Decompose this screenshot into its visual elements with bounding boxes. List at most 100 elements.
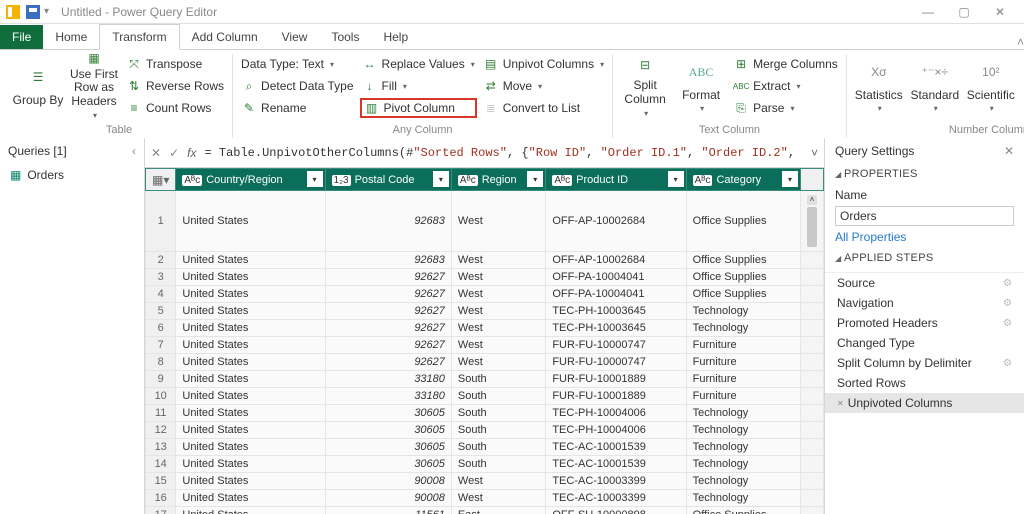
scrollbar-track[interactable] <box>801 337 824 354</box>
extract-button[interactable]: ABCExtract <box>731 76 840 96</box>
pivot-column-button[interactable]: ▥Pivot Column <box>360 98 477 118</box>
tab-view[interactable]: View <box>270 25 320 49</box>
applied-steps-title[interactable]: APPLIED STEPS <box>825 248 1024 268</box>
scroll-up-arrow[interactable]: ˄ <box>807 195 817 205</box>
format-button[interactable]: ABCFormat <box>675 54 727 118</box>
cell[interactable]: United States <box>176 320 325 337</box>
detect-type-button[interactable]: ⌕Detect Data Type <box>239 76 356 96</box>
cell[interactable]: United States <box>176 354 325 371</box>
table-row[interactable]: 16United States90008WestTEC-AC-10003399T… <box>146 490 824 507</box>
cell[interactable]: TEC-PH-10003645 <box>546 303 686 320</box>
cell[interactable]: West <box>451 320 545 337</box>
cell[interactable]: United States <box>176 473 325 490</box>
scrollbar-track[interactable] <box>801 507 824 514</box>
scrollbar-track[interactable] <box>801 286 824 303</box>
applied-step[interactable]: Split Column by Delimiter⚙ <box>825 353 1024 373</box>
cell[interactable]: TEC-AC-10001539 <box>546 456 686 473</box>
cell[interactable]: United States <box>176 439 325 456</box>
query-name-input[interactable] <box>835 206 1014 226</box>
cell[interactable]: 30605 <box>325 456 451 473</box>
close-button[interactable]: ✕ <box>982 1 1018 23</box>
cell[interactable]: West <box>451 490 545 507</box>
table-row[interactable]: 14United States30605SouthTEC-AC-10001539… <box>146 456 824 473</box>
standard-button[interactable]: ⁺⁻×÷Standard <box>909 54 961 118</box>
scrollbar-track[interactable] <box>801 405 824 422</box>
cell[interactable]: United States <box>176 490 325 507</box>
group-by-button[interactable]: ☰Group By <box>12 54 64 118</box>
column-header[interactable]: AᴮcCountry/Region▾ <box>176 169 325 191</box>
cell[interactable]: South <box>451 422 545 439</box>
cell[interactable]: United States <box>176 422 325 439</box>
cell[interactable]: 92627 <box>325 337 451 354</box>
column-header[interactable]: 1₂3Postal Code▾ <box>325 169 451 191</box>
cell[interactable]: Technology <box>686 473 800 490</box>
column-header[interactable]: AᴮcProduct ID▾ <box>546 169 686 191</box>
cell[interactable]: Technology <box>686 320 800 337</box>
cell[interactable]: West <box>451 473 545 490</box>
row-number[interactable]: 15 <box>146 473 176 490</box>
applied-step[interactable]: Changed Type <box>825 333 1024 353</box>
cell[interactable]: OFF-AP-10002684 <box>546 252 686 269</box>
row-number[interactable]: 13 <box>146 439 176 456</box>
cell[interactable]: West <box>451 303 545 320</box>
cell[interactable]: South <box>451 405 545 422</box>
cell[interactable]: Furniture <box>686 337 800 354</box>
column-header[interactable]: AᴮcCategory▾ <box>686 169 800 191</box>
cell[interactable]: OFF-PA-10004041 <box>546 286 686 303</box>
cell[interactable]: South <box>451 439 545 456</box>
column-filter-icon[interactable]: ▾ <box>782 171 798 187</box>
cell[interactable]: United States <box>176 456 325 473</box>
column-header[interactable]: AᴮcRegion▾ <box>451 169 545 191</box>
tab-tools[interactable]: Tools <box>319 25 371 49</box>
query-item[interactable]: ▦Orders <box>0 164 144 186</box>
table-row[interactable]: 10United States33180SouthFUR-FU-10001889… <box>146 388 824 405</box>
table-row[interactable]: 12United States30605SouthTEC-PH-10004006… <box>146 422 824 439</box>
scrollbar-track[interactable]: ˄ <box>801 191 824 252</box>
row-number[interactable]: 12 <box>146 422 176 439</box>
cell[interactable]: Furniture <box>686 354 800 371</box>
gear-icon[interactable]: ⚙ <box>1003 358 1012 369</box>
cell[interactable]: FUR-FU-10000747 <box>546 354 686 371</box>
row-number[interactable]: 8 <box>146 354 176 371</box>
cell[interactable]: Office Supplies <box>686 507 800 514</box>
qat-expand[interactable]: ▾ <box>44 6 49 17</box>
cell[interactable]: West <box>451 269 545 286</box>
tab-addcolumn[interactable]: Add Column <box>180 25 270 49</box>
scrollbar-track[interactable] <box>801 252 824 269</box>
transpose-button[interactable]: ⤧Transpose <box>124 54 226 74</box>
cell[interactable]: 33180 <box>325 388 451 405</box>
scrollbar-track[interactable] <box>801 320 824 337</box>
merge-columns-button[interactable]: ⊞Merge Columns <box>731 54 840 74</box>
formula-expand-icon[interactable]: ˅ <box>811 146 818 160</box>
cell[interactable]: OFF-SU-10000898 <box>546 507 686 514</box>
scroll-thumb[interactable] <box>807 207 817 247</box>
column-filter-icon[interactable]: ▾ <box>668 171 684 187</box>
datatype-button[interactable]: Data Type: Text <box>239 54 356 74</box>
cell[interactable]: United States <box>176 191 325 252</box>
applied-step[interactable]: ✕Unpivoted Columns <box>825 393 1024 413</box>
statistics-button[interactable]: XσStatistics <box>853 54 905 118</box>
table-row[interactable]: 11United States30605SouthTEC-PH-10004006… <box>146 405 824 422</box>
reverse-rows-button[interactable]: ⇅Reverse Rows <box>124 76 226 96</box>
cell[interactable]: United States <box>176 371 325 388</box>
cell[interactable]: 30605 <box>325 405 451 422</box>
formula-input[interactable]: = Table.UnpivotOtherColumns(#"Sorted Row… <box>204 145 803 160</box>
maximize-button[interactable]: ▢ <box>946 1 982 23</box>
scrollbar-track[interactable] <box>801 303 824 320</box>
cell[interactable]: 11561 <box>325 507 451 514</box>
parse-button[interactable]: ⎘Parse <box>731 98 840 118</box>
cell[interactable]: FUR-FU-10001889 <box>546 388 686 405</box>
cell[interactable]: 92627 <box>325 320 451 337</box>
cell[interactable]: Office Supplies <box>686 286 800 303</box>
scrollbar-track[interactable] <box>801 371 824 388</box>
row-number[interactable]: 7 <box>146 337 176 354</box>
row-number[interactable]: 5 <box>146 303 176 320</box>
row-number[interactable]: 17 <box>146 507 176 514</box>
all-properties-link[interactable]: All Properties <box>835 230 1014 244</box>
row-number[interactable]: 10 <box>146 388 176 405</box>
cell[interactable]: 33180 <box>325 371 451 388</box>
cell[interactable]: United States <box>176 337 325 354</box>
cell[interactable]: Furniture <box>686 371 800 388</box>
cell[interactable]: 30605 <box>325 422 451 439</box>
row-number[interactable]: 2 <box>146 252 176 269</box>
